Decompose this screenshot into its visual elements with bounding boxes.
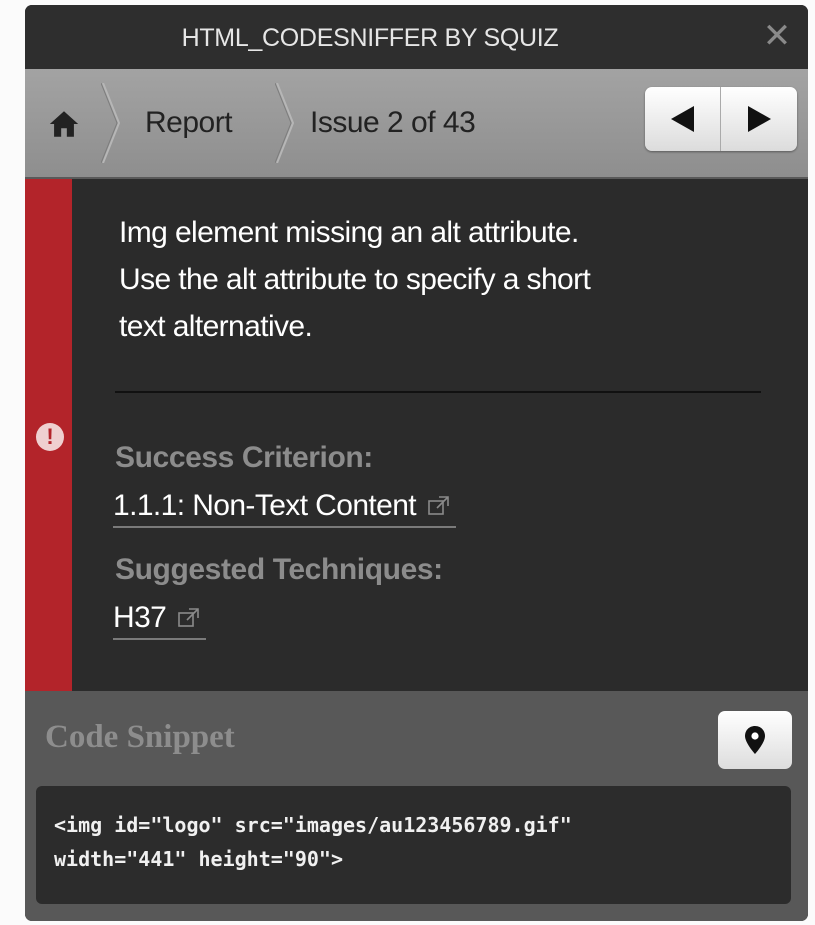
external-link-icon <box>428 496 449 515</box>
window-title: HTML_CODESNIFFER BY SQUIZ <box>181 24 559 52</box>
technique-link-text: H37 <box>113 601 167 634</box>
code-snippet-section: Code Snippet <img id="logo" src="images/… <box>25 691 808 921</box>
success-criterion-link[interactable]: 1.1.1: Non-Text Content <box>113 489 457 528</box>
exclamation-circle-icon: ! <box>36 423 64 451</box>
issue-detail: ! Img element missing an alt attribute. … <box>25 179 808 691</box>
map-pin-icon <box>745 726 765 754</box>
suggested-techniques-label: Suggested Techniques: <box>115 553 443 586</box>
navigation-bar: Report Issue 2 of 43 <box>25 69 808 179</box>
codesniffer-panel: HTML_CODESNIFFER BY SQUIZ ✕ Report Issue… <box>25 5 808 921</box>
code-line: width="441" height="90"> <box>54 847 343 871</box>
code-snippet-title: Code Snippet <box>45 719 235 755</box>
divider <box>115 391 761 393</box>
technique-link[interactable]: H37 <box>113 601 207 640</box>
issue-position: Issue 2 of 43 <box>310 106 476 139</box>
success-criterion-label: Success Criterion: <box>115 441 373 474</box>
issue-message-line: Use the alt attribute to specify a short <box>119 263 591 296</box>
title-bar[interactable]: HTML_CODESNIFFER BY SQUIZ ✕ <box>25 5 808 69</box>
external-link-icon <box>178 608 200 627</box>
severity-bar: ! <box>25 179 72 691</box>
close-icon[interactable]: ✕ <box>760 19 794 53</box>
issue-message: Img element missing an alt attribute. Us… <box>119 209 759 350</box>
issue-message-line: Img element missing an alt attribute. <box>119 216 579 249</box>
locate-element-button[interactable] <box>718 711 792 769</box>
next-issue-button[interactable] <box>721 87 796 151</box>
issue-pager <box>645 87 797 151</box>
breadcrumb-separator <box>275 83 295 163</box>
previous-issue-button[interactable] <box>645 87 721 151</box>
triangle-right-icon <box>747 106 771 132</box>
code-snippet-box: <img id="logo" src="images/au123456789.g… <box>36 786 791 904</box>
code-line: <img id="logo" src="images/au123456789.g… <box>54 813 572 837</box>
triangle-left-icon <box>670 106 694 132</box>
breadcrumb-separator <box>101 83 121 163</box>
success-criterion-link-text: 1.1.1: Non-Text Content <box>113 489 417 522</box>
home-icon[interactable] <box>47 107 81 141</box>
code-snippet: <img id="logo" src="images/au123456789.g… <box>54 808 572 876</box>
issue-message-line: text alternative. <box>119 310 313 343</box>
breadcrumb-report[interactable]: Report <box>145 103 233 143</box>
